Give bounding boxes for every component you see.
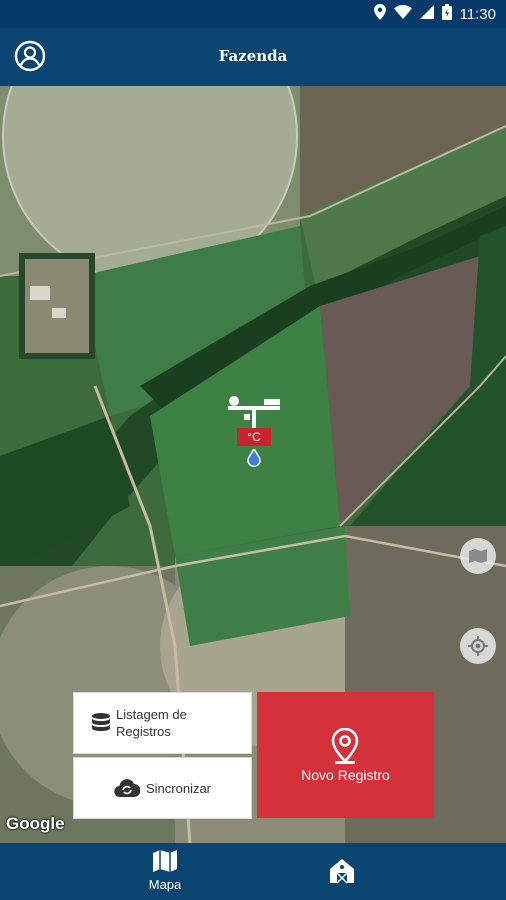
signal-icon [419,5,434,23]
weather-station-icon [228,396,280,428]
sync-label: Sincronizar [145,780,212,796]
add-location-icon [331,728,359,764]
sync-button[interactable]: Sincronizar [73,757,252,819]
weather-station-marker[interactable]: °C [224,394,284,474]
list-records-label: Listagem de Registros [116,707,187,739]
page-title: Fazenda [218,47,288,65]
google-attribution: Google [6,814,65,833]
temperature-badge: °C [237,428,271,446]
layers-button[interactable] [460,538,496,574]
layers-icon [469,549,487,563]
database-icon [92,713,110,731]
map-icon [153,850,177,872]
list-records-button[interactable]: Listagem de Registros [73,692,252,754]
status-time: 11:30 [459,5,496,23]
my-location-button[interactable] [460,628,496,664]
app-bar: Fazenda [0,28,506,86]
location-pin-icon [247,449,261,467]
new-record-label: Novo Registro [301,767,390,783]
nav-item-map[interactable]: Mapa [120,849,210,892]
status-bar: 11:30 [0,0,506,28]
battery-icon [441,4,452,24]
location-icon [373,4,386,24]
bottom-navigation: Mapa [0,843,506,900]
cloud-sync-icon [114,779,140,798]
wifi-icon [393,5,412,23]
new-record-button[interactable]: Novo Registro [257,692,434,818]
nav-item-farm[interactable] [297,857,387,888]
my-location-icon [468,636,488,656]
nav-item-map-label: Mapa [148,877,182,892]
farm-icon [330,859,354,884]
